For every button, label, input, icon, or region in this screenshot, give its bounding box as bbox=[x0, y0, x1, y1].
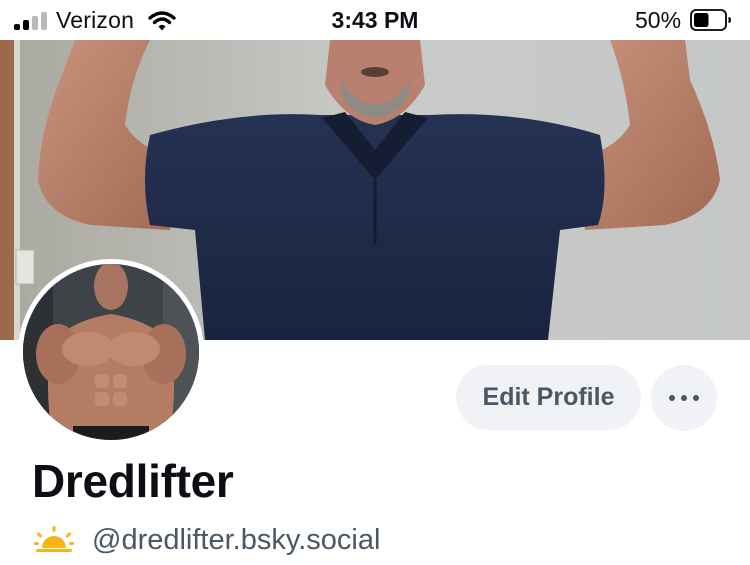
handle-row: @dredlifter.bsky.social bbox=[34, 520, 380, 560]
display-name: Dredlifter bbox=[32, 455, 234, 507]
more-options-button[interactable] bbox=[651, 365, 717, 431]
user-handle: @dredlifter.bsky.social bbox=[92, 523, 381, 556]
battery-percent: 50% bbox=[635, 7, 682, 33]
ellipsis-icon bbox=[681, 395, 687, 401]
sun-icon bbox=[34, 526, 74, 552]
ellipsis-icon bbox=[669, 395, 675, 401]
edit-profile-button[interactable]: Edit Profile bbox=[456, 365, 641, 430]
status-bar: Verizon 3:43 PM 50% bbox=[0, 0, 750, 40]
ellipsis-icon bbox=[693, 395, 699, 401]
battery-icon bbox=[690, 9, 731, 31]
avatar[interactable] bbox=[18, 259, 204, 445]
avatar-photo bbox=[23, 264, 199, 440]
